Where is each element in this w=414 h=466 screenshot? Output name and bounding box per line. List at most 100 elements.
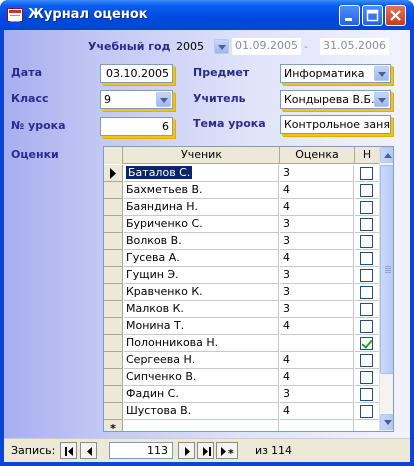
first-record-button[interactable] [60,442,77,459]
student-name-cell[interactable]: Монина Т. [124,318,279,335]
absent-checkbox[interactable] [360,371,373,384]
absent-checkbox[interactable] [360,218,373,231]
lesson-number-field[interactable]: 6 [100,117,173,136]
student-name-cell[interactable]: Сергеева Н. [124,352,279,369]
absent-checkbox[interactable] [360,354,373,367]
table-row[interactable]: Полонникова Н. [104,335,379,352]
table-row[interactable]: Гусева А. 4 [104,250,379,267]
title-bar[interactable]: Журнал оценок [0,0,414,30]
grade-cell[interactable]: 4 [280,182,354,199]
table-row[interactable]: Баяндина Н. 4 [104,199,379,216]
last-record-button[interactable] [197,442,214,459]
record-selector[interactable] [104,318,123,335]
record-selector[interactable] [104,301,123,318]
year-select[interactable]: 2005 [176,39,229,56]
grade-cell[interactable]: 4 [280,403,354,420]
maximize-button[interactable] [362,5,383,26]
table-row[interactable]: Бахметьев В. 4 [104,182,379,199]
minimize-button[interactable] [339,5,360,26]
table-row[interactable]: Гущин Э. 3 [104,267,379,284]
record-selector[interactable] [104,284,123,301]
grade-cell[interactable]: 3 [280,301,354,318]
table-row[interactable]: Монина Т. 4 [104,318,379,335]
record-selector[interactable] [104,216,123,233]
new-record-row[interactable]: * [104,420,379,431]
table-row[interactable]: Кравченко К. 3 [104,284,379,301]
grade-cell[interactable] [280,420,354,431]
new-record-marker[interactable]: * [104,420,123,431]
absent-checkbox[interactable] [360,320,373,333]
absent-checkbox[interactable] [360,405,373,418]
table-row[interactable]: Волков В. 3 [104,233,379,250]
absent-checkbox[interactable] [360,337,373,350]
student-name-cell[interactable]: Баталов С. [124,165,279,182]
scroll-thumb[interactable] [380,165,393,374]
class-dropdown-icon[interactable] [156,92,171,107]
student-name-cell[interactable]: Гущин Э. [124,267,279,284]
student-name-cell[interactable]: Гусева А. [124,250,279,267]
close-button[interactable] [385,5,406,26]
student-name-cell[interactable]: Фадин С. [124,386,279,403]
table-row[interactable]: Сипченко В. 4 [104,369,379,386]
student-name-cell[interactable]: Сипченко В. [124,369,279,386]
record-selector[interactable] [104,233,123,250]
grade-cell[interactable]: 4 [280,199,354,216]
vertical-scrollbar[interactable] [379,147,393,431]
absent-checkbox[interactable] [360,184,373,197]
student-name-cell[interactable]: Малков К. [124,301,279,318]
absent-checkbox[interactable] [360,388,373,401]
class-select[interactable]: 9 [100,90,173,109]
select-all-corner[interactable] [104,147,123,164]
record-selector[interactable] [104,199,123,216]
current-record-field[interactable]: 113 [109,442,173,459]
absent-checkbox[interactable] [360,269,373,282]
student-name-cell[interactable] [124,420,279,431]
year-dropdown-icon[interactable] [214,39,229,54]
absent-checkbox[interactable] [360,167,373,180]
record-selector[interactable] [104,250,123,267]
table-row[interactable]: Фадин С. 3 [104,386,379,403]
subject-select[interactable]: Информатика [280,64,391,83]
next-record-button[interactable] [178,442,195,459]
teacher-dropdown-icon[interactable] [374,92,389,107]
grade-cell[interactable]: 3 [280,386,354,403]
student-name-cell[interactable]: Баяндина Н. [124,199,279,216]
record-selector[interactable] [104,165,123,182]
absent-checkbox[interactable] [360,201,373,214]
student-name-cell[interactable]: Буриченко С. [124,216,279,233]
table-row[interactable]: Малков К. 3 [104,301,379,318]
record-selector[interactable] [104,182,123,199]
record-selector[interactable] [104,335,123,352]
table-row[interactable]: Шустова В. 4 [104,403,379,420]
student-name-cell[interactable]: Бахметьев В. [124,182,279,199]
absent-checkbox[interactable] [360,303,373,316]
teacher-select[interactable]: Кондырева В.Б. [280,90,391,109]
record-selector[interactable] [104,267,123,284]
record-selector[interactable] [104,386,123,403]
absent-checkbox[interactable] [360,252,373,265]
record-selector[interactable] [104,369,123,386]
subject-dropdown-icon[interactable] [374,66,389,81]
student-name-cell[interactable]: Полонникова Н. [124,335,279,352]
scroll-up-icon[interactable] [380,147,393,163]
absent-checkbox[interactable] [360,286,373,299]
column-header-absent[interactable]: Н [355,147,379,164]
column-header-student[interactable]: Ученик [124,147,280,164]
previous-record-button[interactable] [80,442,97,459]
grade-cell[interactable]: 3 [280,216,354,233]
absent-checkbox[interactable] [360,235,373,248]
table-row[interactable]: Баталов С. 3 [104,165,379,182]
grade-cell[interactable]: 3 [280,233,354,250]
date-field[interactable]: 03.10.2005 [100,64,173,83]
grade-cell[interactable]: 3 [280,284,354,301]
record-selector[interactable] [104,352,123,369]
student-name-cell[interactable]: Волков В. [124,233,279,250]
column-header-grade[interactable]: Оценка [280,147,355,164]
table-row[interactable]: Сергеева Н. 4 [104,352,379,369]
table-row[interactable]: Буриченко С. 3 [104,216,379,233]
grade-cell[interactable]: 4 [280,250,354,267]
topic-field[interactable]: Контрольное заня [280,115,391,134]
grade-cell[interactable]: 3 [280,165,354,182]
scroll-down-icon[interactable] [380,414,393,430]
new-record-button[interactable]: * [216,442,238,460]
